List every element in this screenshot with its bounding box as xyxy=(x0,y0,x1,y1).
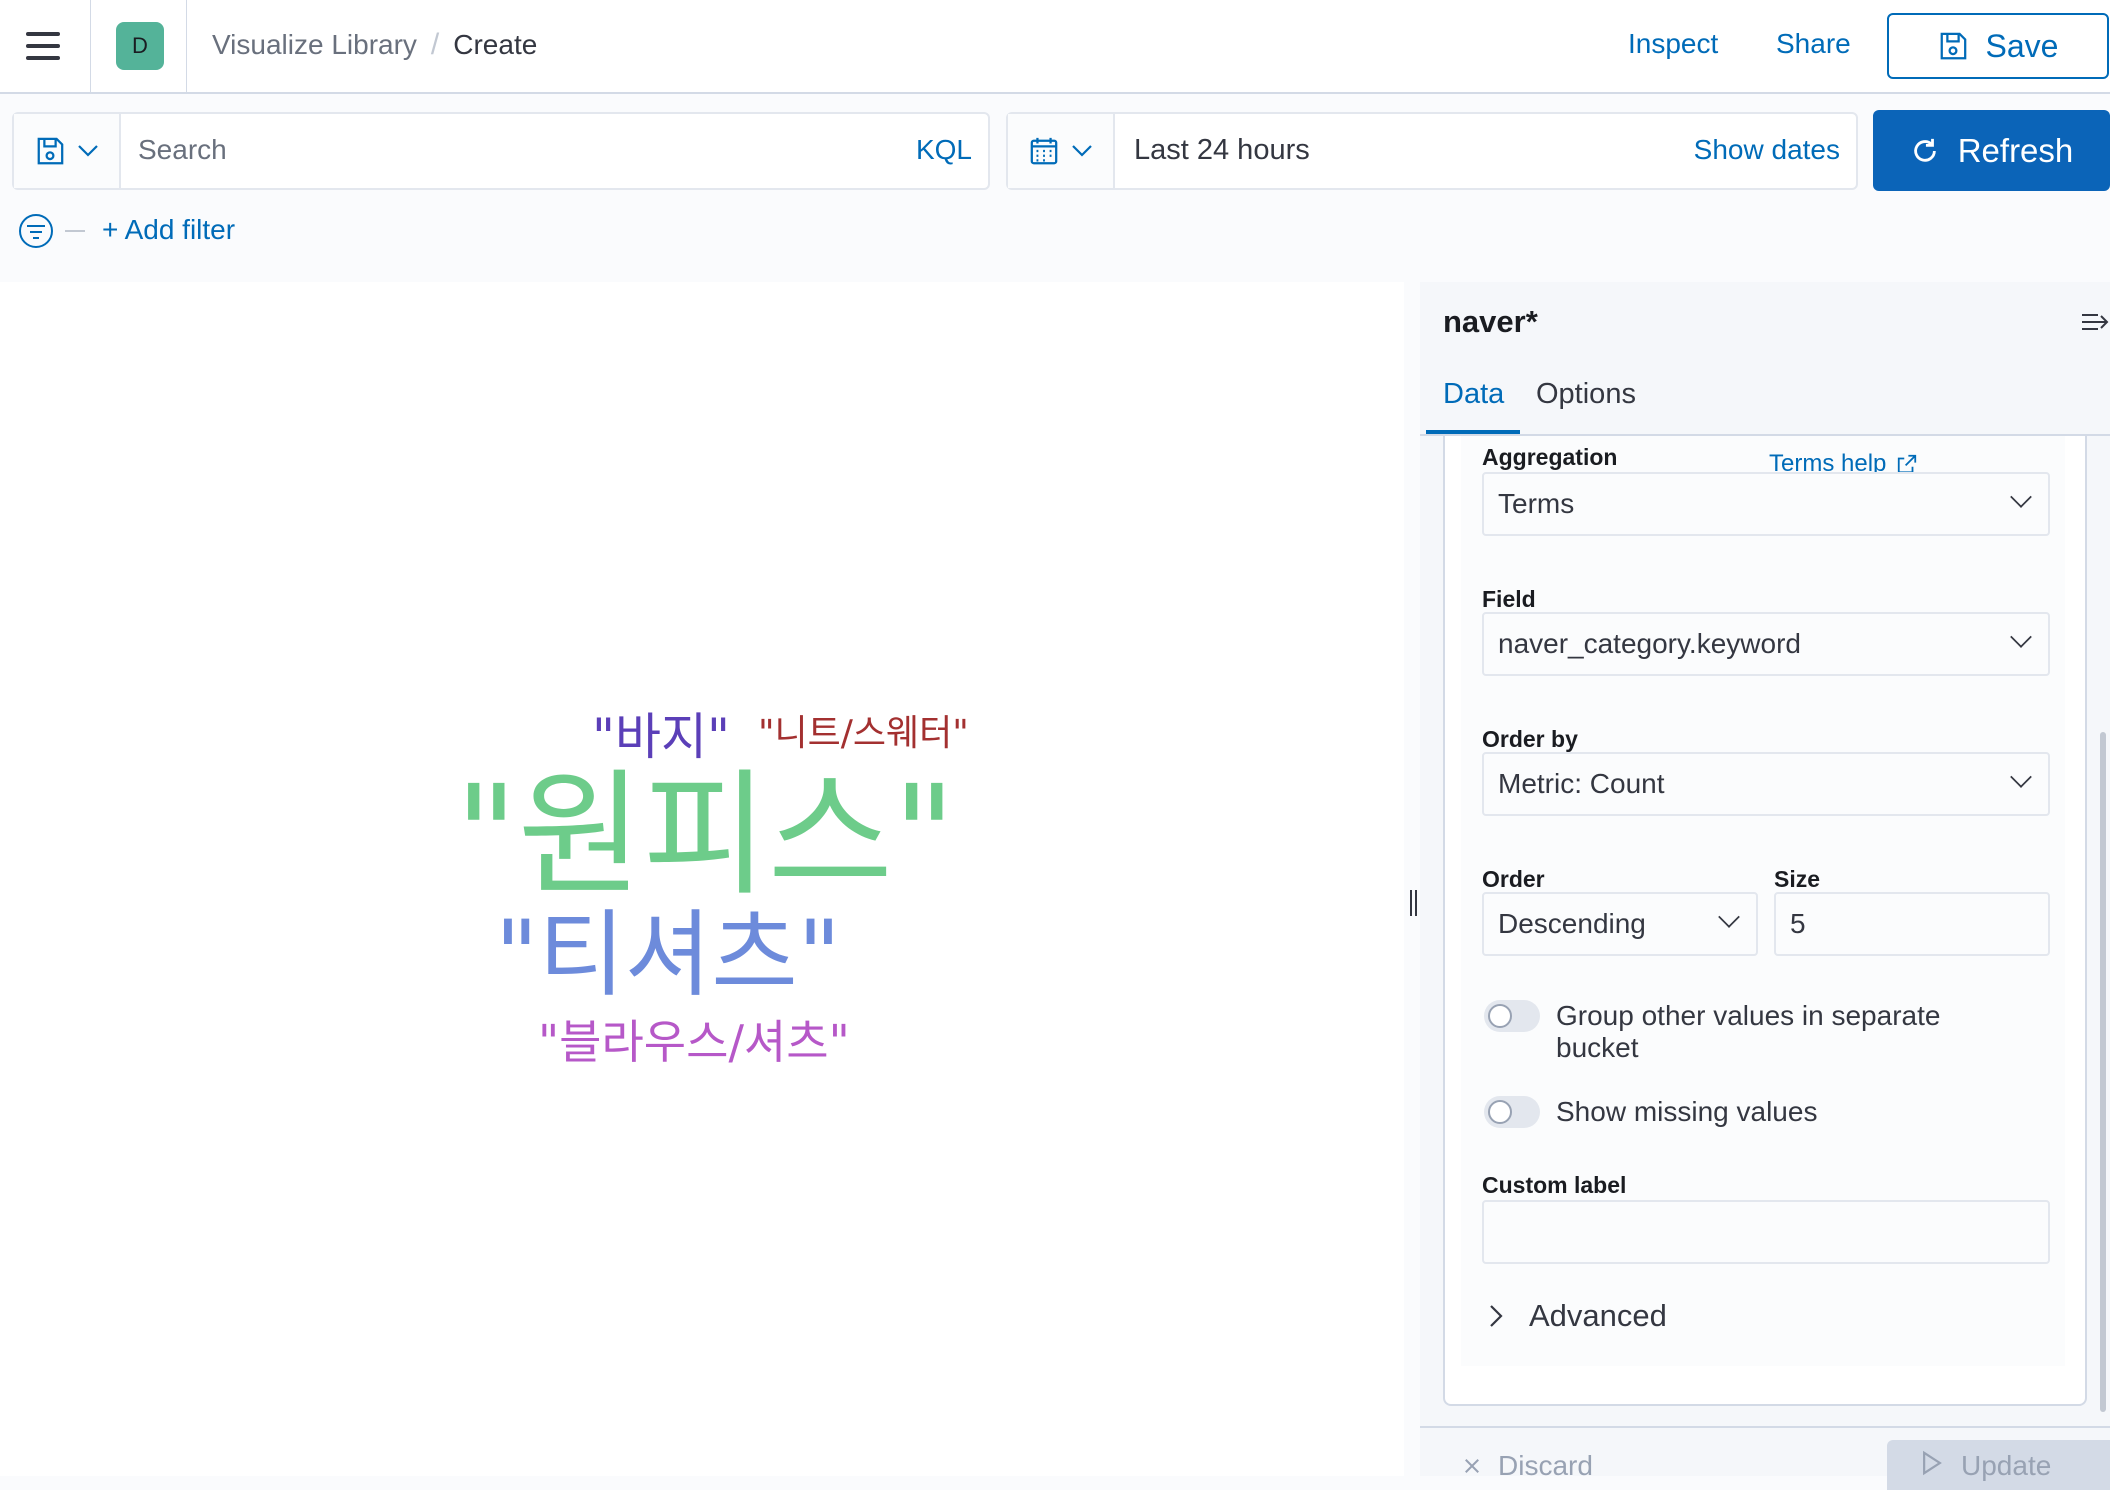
save-button[interactable]: Save xyxy=(1887,13,2109,79)
inspect-button[interactable]: Inspect xyxy=(1628,28,1718,60)
query-bar: Search KQL Last 24 hours Show dates Refr… xyxy=(0,94,2110,282)
show-dates-button[interactable]: Show dates xyxy=(1694,134,1840,166)
chevron-down-icon xyxy=(1718,906,1740,928)
sidebar-footer: Discard Update xyxy=(1420,1426,2110,1490)
show-missing-label: Show missing values xyxy=(1556,1096,1818,1127)
refresh-button[interactable]: Refresh xyxy=(1873,110,2110,191)
play-icon xyxy=(1923,1450,1942,1476)
save-icon xyxy=(37,137,63,165)
date-picker: Last 24 hours Show dates xyxy=(1006,112,1858,190)
breadcrumb-visualize-library[interactable]: Visualize Library xyxy=(212,29,417,61)
saved-query-button[interactable] xyxy=(14,114,121,188)
query-language-button[interactable]: KQL xyxy=(916,134,972,166)
update-label: Update xyxy=(1961,1450,2052,1481)
tag-word[interactable]: "티셔츠" xyxy=(495,909,841,1003)
size-value: 5 xyxy=(1790,908,1806,939)
chevron-right-icon xyxy=(1490,1305,1503,1327)
refresh-label: Refresh xyxy=(1957,131,2074,169)
breadcrumb-current: Create xyxy=(453,29,538,60)
top-header: D Visualize Library / Create Inspect Sha… xyxy=(0,0,2110,94)
aggregation-label: Aggregation xyxy=(1482,444,1618,470)
aggregation-select[interactable]: Terms xyxy=(1482,472,2050,536)
close-icon xyxy=(1465,1459,1479,1473)
tag-word[interactable]: "블라우스/셔츠" xyxy=(538,1019,850,1065)
discard-label: Discard xyxy=(1498,1450,1593,1481)
order-by-value: Metric: Count xyxy=(1498,768,1665,799)
sidebar-scrollbar[interactable] xyxy=(2100,732,2106,1412)
group-other-label-line2: bucket xyxy=(1556,1032,1639,1063)
save-label: Save xyxy=(1985,27,2059,64)
share-button[interactable]: Share xyxy=(1776,28,1851,60)
search-bar: Search KQL xyxy=(12,112,990,190)
add-filter-button[interactable]: + Add filter xyxy=(102,214,235,246)
tab-options[interactable]: Options xyxy=(1536,378,1636,436)
calendar-icon xyxy=(1030,137,1057,165)
field-select[interactable]: naver_category.keyword xyxy=(1482,612,2050,676)
show-missing-toggle[interactable] xyxy=(1484,1096,1540,1128)
collapse-sidebar-icon[interactable] xyxy=(2080,310,2110,334)
field-label: Field xyxy=(1482,586,1536,612)
size-input[interactable]: 5 xyxy=(1774,892,2050,956)
save-icon xyxy=(1940,32,1966,60)
order-select[interactable]: Descending xyxy=(1482,892,1758,956)
aggregation-value: Terms xyxy=(1498,488,1575,519)
tag-cloud-canvas: "바지" "니트/스웨터" "원피스" "티셔츠" "블라우스/셔츠" xyxy=(0,282,1404,1476)
menu-icon[interactable] xyxy=(26,32,60,60)
tab-data[interactable]: Data xyxy=(1443,378,1504,436)
editor-tabs: Data Options xyxy=(1420,378,2110,436)
breadcrumb: Visualize Library / Create xyxy=(212,28,537,62)
active-tab-indicator xyxy=(1426,430,1520,434)
filter-menu-icon[interactable] xyxy=(19,214,53,248)
field-value: naver_category.keyword xyxy=(1498,628,1801,659)
order-by-label: Order by xyxy=(1482,726,1578,752)
index-pattern-title: naver* xyxy=(1443,304,1538,339)
tag-word[interactable]: "바지" xyxy=(592,712,730,762)
size-label: Size xyxy=(1774,866,1821,892)
update-button[interactable]: Update xyxy=(1887,1440,2110,1490)
discard-button[interactable]: Discard xyxy=(1462,1450,1593,1482)
chevron-down-icon xyxy=(2010,626,2032,648)
group-other-toggle[interactable] xyxy=(1484,1000,1540,1032)
quick-date-button[interactable] xyxy=(1008,114,1115,188)
group-other-label-line1: Group other values in separate xyxy=(1556,1000,1941,1031)
order-value: Descending xyxy=(1498,908,1646,939)
aggregation-form: Aggregation Terms help Terms Field naver… xyxy=(1461,436,2065,1366)
tag-word[interactable]: "원피스" xyxy=(455,768,955,904)
editor-sidebar: naver* Data Options Aggregation Terms he… xyxy=(1420,282,2110,1490)
order-by-select[interactable]: Metric: Count xyxy=(1482,752,2050,816)
group-other-label: Group other values in separate bucket xyxy=(1556,1000,1940,1064)
tag-word[interactable]: "니트/스웨터" xyxy=(758,716,969,752)
chevron-down-icon xyxy=(2010,766,2032,788)
panel-resize-handle[interactable] xyxy=(1408,890,1420,916)
search-input[interactable]: Search xyxy=(138,134,227,166)
chevron-down-icon xyxy=(77,145,98,157)
chevron-down-icon xyxy=(2010,486,2032,508)
order-label: Order xyxy=(1482,866,1545,892)
header-divider xyxy=(90,0,91,94)
aggregation-panel: Aggregation Terms help Terms Field naver… xyxy=(1443,436,2087,1406)
custom-label-label: Custom label xyxy=(1482,1172,1627,1198)
filter-divider xyxy=(65,230,85,232)
breadcrumb-separator: / xyxy=(430,28,440,61)
refresh-icon xyxy=(1913,138,1936,162)
chevron-down-icon xyxy=(1071,145,1092,157)
advanced-label: Advanced xyxy=(1529,1298,1667,1333)
advanced-toggle[interactable]: Advanced xyxy=(1489,1298,1667,1334)
space-avatar[interactable]: D xyxy=(116,22,164,70)
custom-label-input[interactable] xyxy=(1482,1200,2050,1264)
time-range-display[interactable]: Last 24 hours xyxy=(1134,134,1310,167)
header-divider xyxy=(186,0,187,94)
